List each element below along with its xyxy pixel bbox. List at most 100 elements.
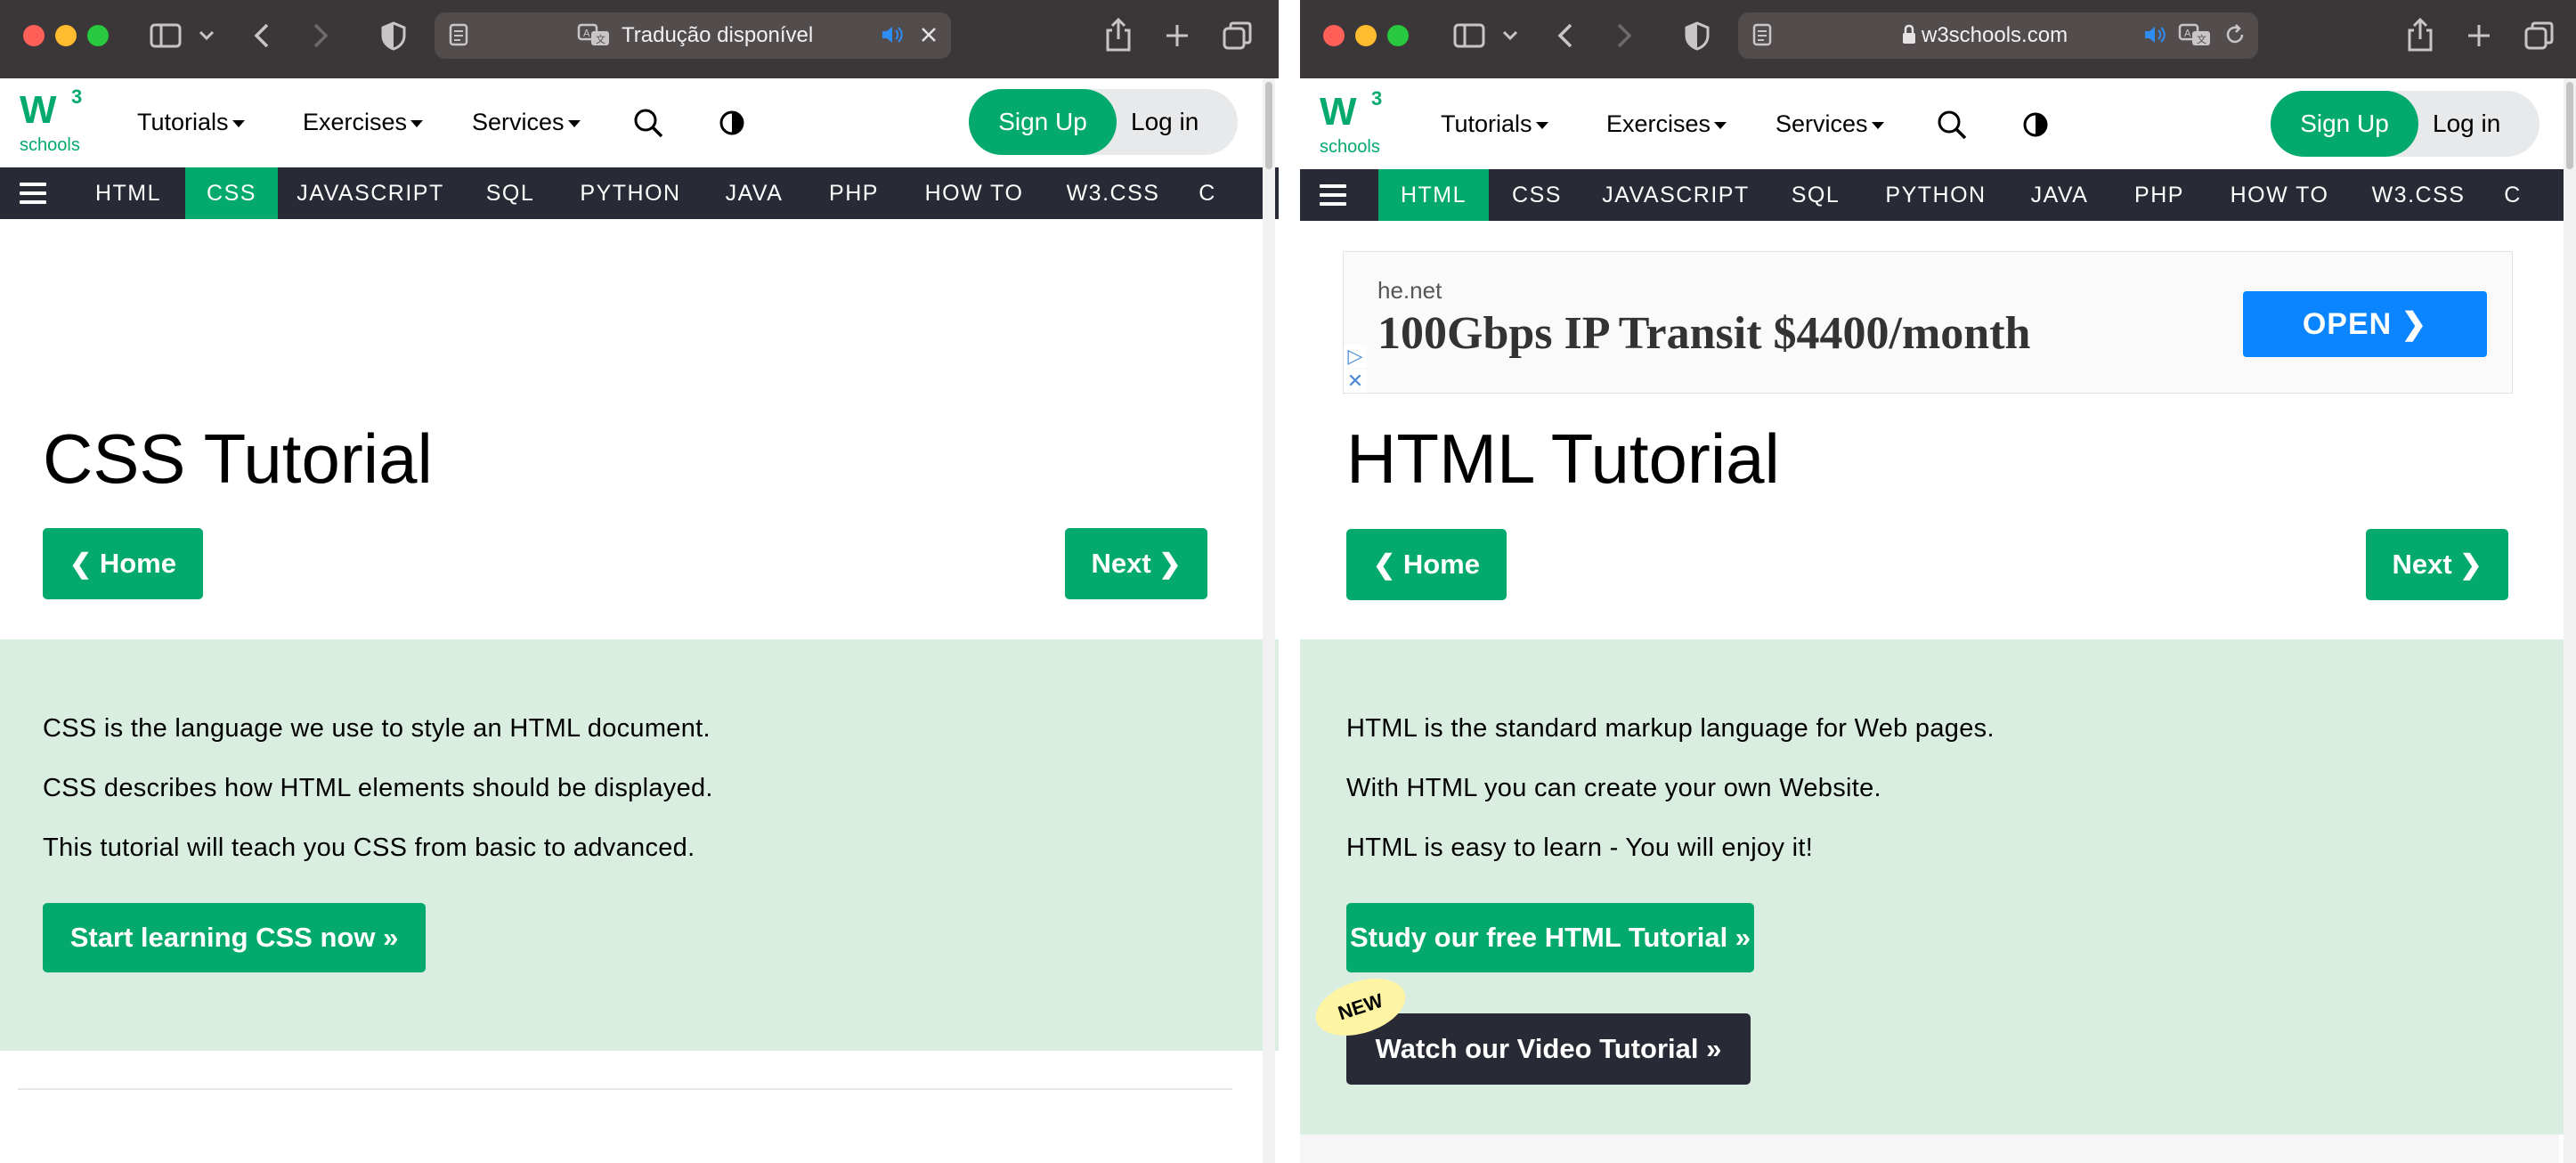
w3schools-logo[interactable]: W 3 schools (1320, 87, 1391, 160)
topnav-javascript[interactable]: JAVASCRIPT (1585, 169, 1767, 221)
close-icon[interactable] (917, 21, 940, 53)
dark-mode-icon[interactable] (2019, 109, 2052, 141)
page-footer-strip (1300, 1135, 2559, 1163)
search-icon[interactable] (632, 107, 664, 139)
speaker-icon[interactable] (880, 21, 905, 53)
speaker-icon[interactable] (2142, 21, 2167, 53)
topnav-w3css[interactable]: W3.CSS (2353, 169, 2484, 221)
site-header: W 3 schools Tutorials Exercises Services… (1300, 80, 2576, 169)
topnav-css[interactable]: CSS (185, 167, 278, 219)
back-icon[interactable] (248, 18, 280, 53)
topnav-w3css[interactable]: W3.CSS (1047, 167, 1179, 219)
intro-paragraph: With HTML you can create your own Websit… (1346, 774, 1881, 802)
topnav-java[interactable]: JAVA (703, 167, 805, 219)
ad-open-button[interactable]: OPEN ❯ (2243, 291, 2487, 357)
log-in-button[interactable]: Log in (2433, 91, 2500, 157)
forward-icon[interactable] (303, 18, 335, 53)
minimize-window-button[interactable] (55, 25, 77, 46)
next-button[interactable]: Next ❯ (1065, 528, 1207, 599)
topnav-php[interactable]: PHP (807, 167, 901, 219)
watch-video-tutorial-button[interactable]: Watch our Video Tutorial » (1346, 1013, 1751, 1085)
caret-down-icon (1714, 121, 1727, 129)
caret-down-icon (1535, 121, 1548, 129)
url-text: w3schools.com (1922, 23, 2068, 47)
address-bar[interactable]: A文 Tradução disponível (435, 12, 951, 59)
chevron-down-icon[interactable] (194, 18, 219, 53)
ad-choices-icon[interactable]: ▷ (1344, 345, 1367, 368)
services-label: Services (1776, 110, 1868, 137)
caret-down-icon (1871, 121, 1884, 129)
topnav-c[interactable]: C (2486, 169, 2539, 221)
topnav-sql[interactable]: SQL (1768, 169, 1863, 221)
start-learning-button[interactable]: Start learning CSS now » (43, 903, 426, 972)
translate-icon[interactable]: A文 (577, 21, 611, 53)
sign-up-button[interactable]: Sign Up (2271, 91, 2418, 157)
minimize-window-button[interactable] (1355, 25, 1377, 46)
address-bar[interactable]: w3schools.com A文 (1738, 12, 2258, 59)
shield-icon[interactable] (378, 18, 410, 53)
advertisement[interactable]: he.net 100Gbps IP Transit $4400/month OP… (1343, 251, 2513, 394)
plus-icon[interactable] (1161, 18, 1193, 53)
topnav-html[interactable]: HTML (1378, 169, 1489, 221)
scrollbar[interactable] (2564, 78, 2576, 1163)
page-title: CSS Tutorial (43, 419, 433, 498)
scrollbar[interactable] (1263, 78, 1275, 1163)
services-menu[interactable]: Services (472, 109, 581, 136)
reader-icon[interactable] (1751, 21, 1774, 53)
study-html-tutorial-button[interactable]: Study our free HTML Tutorial » (1346, 903, 1754, 972)
w3schools-logo[interactable]: W 3 schools (20, 85, 91, 159)
hamburger-menu-icon[interactable] (20, 183, 46, 204)
topnav-sql[interactable]: SQL (463, 167, 557, 219)
hamburger-menu-icon[interactable] (1320, 184, 1346, 206)
topnav-how-to[interactable]: HOW TO (2208, 169, 2351, 221)
home-button[interactable]: ❮ Home (43, 528, 203, 599)
shield-icon[interactable] (1681, 18, 1713, 53)
sidebar-icon[interactable] (1451, 18, 1487, 53)
zoom-window-button[interactable] (1387, 25, 1409, 46)
translate-icon[interactable]: A文 (2178, 21, 2212, 53)
logo-wordmark: schools (1320, 137, 1380, 157)
svg-text:A: A (583, 28, 590, 39)
dark-mode-icon[interactable] (716, 107, 748, 139)
scrollbar-thumb[interactable] (1265, 82, 1272, 169)
share-icon[interactable] (2404, 16, 2436, 55)
topnav-php[interactable]: PHP (2112, 169, 2206, 221)
tabs-icon[interactable] (1220, 18, 1255, 53)
topnav-javascript[interactable]: JAVASCRIPT (280, 167, 461, 219)
topnav-css[interactable]: CSS (1491, 169, 1583, 221)
home-button-label: Home (99, 548, 176, 579)
sidebar-icon[interactable] (148, 18, 183, 53)
close-window-button[interactable] (1323, 25, 1345, 46)
tutorials-menu[interactable]: Tutorials (1441, 110, 1548, 138)
next-button[interactable]: Next ❯ (2366, 529, 2508, 600)
tabs-icon[interactable] (2522, 18, 2557, 53)
topnav-python[interactable]: PYTHON (1865, 169, 2007, 221)
topnav-java[interactable]: JAVA (2009, 169, 2110, 221)
reader-icon[interactable] (447, 21, 470, 53)
search-icon[interactable] (1936, 109, 1968, 141)
back-icon[interactable] (1551, 18, 1583, 53)
chevron-down-icon[interactable] (1498, 18, 1523, 53)
tutorials-menu[interactable]: Tutorials (137, 109, 245, 136)
exercises-menu[interactable]: Exercises (1606, 110, 1727, 138)
share-icon[interactable] (1102, 16, 1134, 55)
ad-close-icon[interactable]: ✕ (1344, 370, 1367, 393)
sign-up-button[interactable]: Sign Up (969, 89, 1117, 155)
reload-icon[interactable] (2223, 21, 2247, 53)
chevron-left-icon: ❮ (69, 549, 93, 579)
plus-icon[interactable] (2463, 18, 2495, 53)
topnav-c[interactable]: C (1181, 167, 1234, 219)
topnav-html[interactable]: HTML (75, 167, 182, 219)
svg-text:A: A (2184, 28, 2191, 39)
zoom-window-button[interactable] (87, 25, 109, 46)
forward-icon[interactable] (1606, 18, 1638, 53)
log-in-button[interactable]: Log in (1131, 89, 1199, 155)
close-window-button[interactable] (23, 25, 45, 46)
topnav-python[interactable]: PYTHON (559, 167, 702, 219)
exercises-menu[interactable]: Exercises (303, 109, 424, 136)
chevron-right-icon: ❯ (1158, 549, 1182, 579)
home-button[interactable]: ❮ Home (1346, 529, 1507, 600)
topnav-how-to[interactable]: HOW TO (903, 167, 1045, 219)
services-menu[interactable]: Services (1776, 110, 1884, 138)
scrollbar-thumb[interactable] (2566, 82, 2573, 169)
